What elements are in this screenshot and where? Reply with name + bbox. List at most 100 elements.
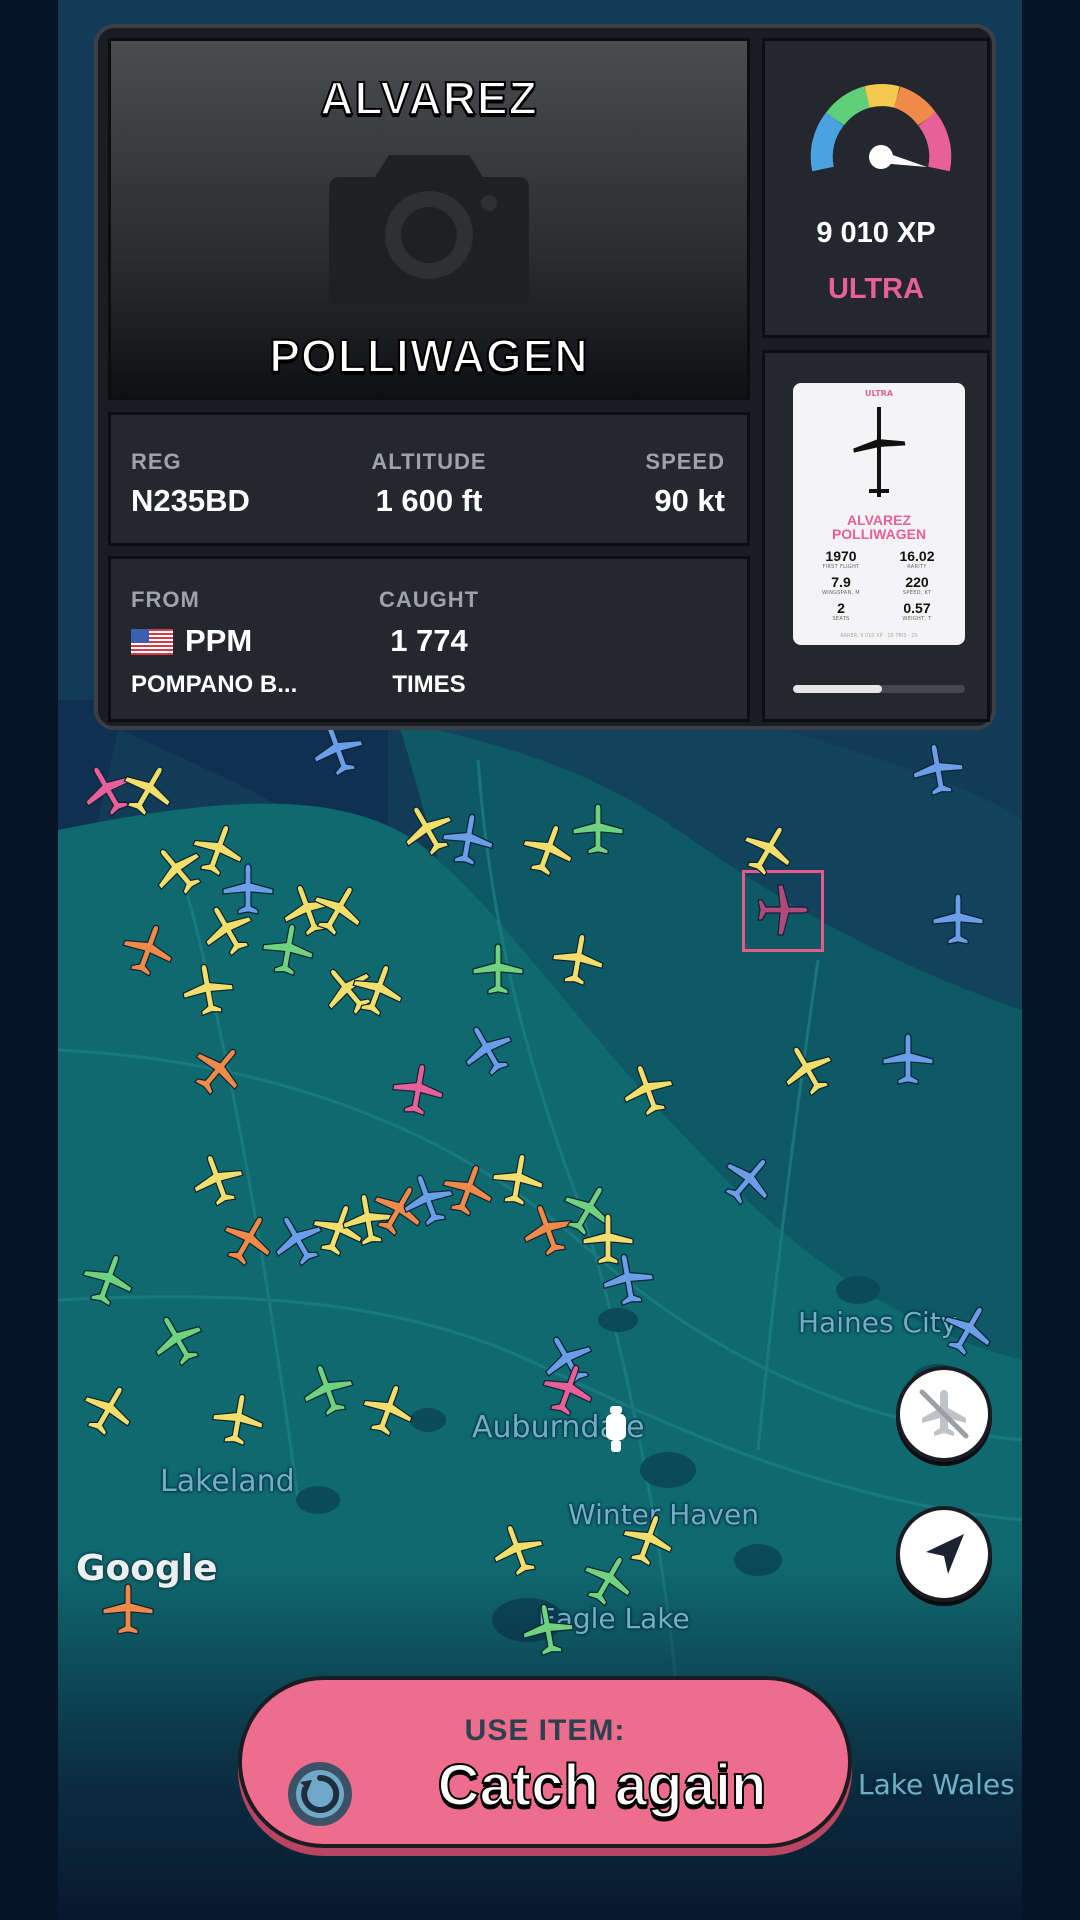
- airplane-off-icon: [919, 1389, 969, 1439]
- aircraft-photo-panel[interactable]: ALVAREZ POLLIWAGEN: [108, 38, 750, 400]
- aircraft-info-card: ALVAREZ POLLIWAGEN REG N235BD ALTITUDE 1…: [94, 24, 996, 730]
- aircraft-marker[interactable]: [908, 740, 968, 800]
- from-label: FROM: [131, 587, 200, 612]
- hide-planes-button[interactable]: [896, 1366, 992, 1462]
- aircraft-marker[interactable]: [618, 1060, 678, 1120]
- airplane-icon: [493, 1524, 544, 1577]
- camera-icon: [329, 155, 529, 305]
- airplane-icon: [261, 923, 314, 977]
- airplane-icon: [123, 766, 171, 817]
- flight-stats-panel: REG N235BD ALTITUDE 1 600 ft SPEED 90 kt: [108, 412, 750, 546]
- aircraft-marker[interactable]: [718, 1150, 778, 1210]
- aircraft-marker[interactable]: [928, 890, 988, 950]
- aircraft-marker[interactable]: [208, 1390, 268, 1450]
- aircraft-marker[interactable]: [78, 1380, 138, 1440]
- aircraft-marker[interactable]: [148, 1310, 208, 1370]
- selected-aircraft-icon[interactable]: [752, 880, 812, 940]
- airplane-icon: [362, 1384, 413, 1437]
- aircraft-marker[interactable]: [598, 1250, 658, 1310]
- aircraft-marker[interactable]: [118, 760, 178, 820]
- airplane-icon: [932, 893, 984, 945]
- aircraft-silhouette-icon: [853, 407, 906, 497]
- mini-card-stat: 2 SEATS: [832, 600, 850, 623]
- catch-again-text: Catch again: [437, 1752, 768, 1819]
- altitude-label: ALTITUDE: [371, 449, 487, 474]
- aircraft-marker[interactable]: [438, 810, 498, 870]
- airplane-icon: [122, 924, 173, 977]
- airplane-icon: [193, 1154, 244, 1207]
- airplane-icon: [211, 1393, 264, 1447]
- aircraft-marker[interactable]: [518, 1600, 578, 1660]
- airplane-icon: [522, 1603, 575, 1657]
- airplane-icon: [472, 943, 524, 995]
- caught-suffix: TIMES: [392, 671, 466, 698]
- airport-code: PPM: [185, 623, 253, 658]
- mini-card-stat: 16.02 RARITY: [899, 548, 935, 571]
- aircraft-marker[interactable]: [538, 1360, 598, 1420]
- airplane-icon: [622, 1514, 673, 1567]
- mini-card-footer: RARER: 9 010 XP · 16 TRIS · 20: [840, 633, 918, 639]
- aircraft-marker[interactable]: [198, 900, 258, 960]
- airplane-icon: [82, 1254, 133, 1307]
- aircraft-marker[interactable]: [458, 1020, 518, 1080]
- airplane-icon: [193, 1048, 239, 1096]
- airplane-icon: [743, 826, 791, 877]
- aircraft-marker[interactable]: [258, 920, 318, 980]
- aircraft-marker[interactable]: [358, 1380, 418, 1440]
- card-progress-bar: [793, 685, 965, 693]
- mini-card-name-2: POLLIWAGEN: [831, 526, 927, 542]
- airplane-icon: [83, 1386, 131, 1437]
- airplane-icon: [102, 1583, 154, 1635]
- refresh-item-icon: [288, 1762, 352, 1826]
- mini-card-tag: ULTRA: [864, 389, 894, 398]
- speed-label: SPEED: [645, 449, 725, 474]
- altitude-value: 1 600 ft: [375, 483, 483, 518]
- airplane-icon: [943, 1306, 991, 1357]
- aircraft-marker[interactable]: [388, 1060, 448, 1120]
- aircraft-marker[interactable]: [738, 820, 798, 880]
- aircraft-marker[interactable]: [568, 800, 628, 860]
- airplane-icon: [441, 813, 494, 867]
- xp-panel: 9 010 XP ULTRA: [762, 38, 990, 338]
- aircraft-marker[interactable]: [118, 920, 178, 980]
- aircraft-marker[interactable]: [488, 1520, 548, 1580]
- aircraft-marker[interactable]: [178, 960, 238, 1020]
- airplane-icon: [572, 803, 624, 855]
- airplane-icon: [352, 964, 403, 1017]
- aircraft-marker[interactable]: [98, 1580, 158, 1640]
- airplane-icon: [465, 1026, 513, 1077]
- airplane-icon: [602, 1253, 655, 1307]
- navigation-arrow-icon: [926, 1534, 964, 1574]
- airplane-icon: [551, 933, 604, 987]
- caught-label: CAUGHT: [378, 587, 480, 612]
- airport-name: POMPANO B...: [131, 671, 298, 698]
- airplane-icon: [391, 1063, 444, 1117]
- locate-me-button[interactable]: [896, 1506, 992, 1602]
- aircraft-marker[interactable]: [548, 930, 608, 990]
- place-label-haines-city: Haines City: [798, 1306, 958, 1339]
- aircraft-marker[interactable]: [878, 1030, 938, 1090]
- aircraft-marker[interactable]: [348, 960, 408, 1020]
- aircraft-marker[interactable]: [188, 1040, 248, 1100]
- aircraft-manufacturer: ALVAREZ: [319, 71, 538, 125]
- collection-card-panel[interactable]: ULTRA ALVAREZ POLLIWAGEN 1970 FIRST FLIGH…: [762, 350, 990, 722]
- airplane-icon: [882, 1033, 934, 1085]
- aircraft-marker[interactable]: [78, 1250, 138, 1310]
- user-location-marker: [606, 1406, 626, 1452]
- xp-gauge-icon: [810, 84, 952, 172]
- aircraft-marker[interactable]: [778, 1040, 838, 1100]
- aircraft-marker[interactable]: [618, 1510, 678, 1570]
- mini-card-stat: 220 SPEED, KT: [902, 574, 932, 597]
- xp-value: 9 010 XP: [816, 217, 936, 249]
- rarity-label: ULTRA: [827, 273, 925, 305]
- aircraft-marker[interactable]: [298, 1360, 358, 1420]
- airplane-icon: [303, 1364, 354, 1417]
- aircraft-marker[interactable]: [468, 940, 528, 1000]
- aircraft-marker[interactable]: [188, 1150, 248, 1210]
- aircraft-collection-card[interactable]: ULTRA ALVAREZ POLLIWAGEN 1970 FIRST FLIGH…: [793, 383, 965, 645]
- airplane-icon: [785, 1046, 833, 1097]
- use-item-button[interactable]: USE ITEM: Catch again: [238, 1676, 852, 1848]
- airplane-icon: [623, 1064, 674, 1117]
- aircraft-marker[interactable]: [938, 1300, 998, 1360]
- use-item-label: USE ITEM:: [464, 1714, 626, 1747]
